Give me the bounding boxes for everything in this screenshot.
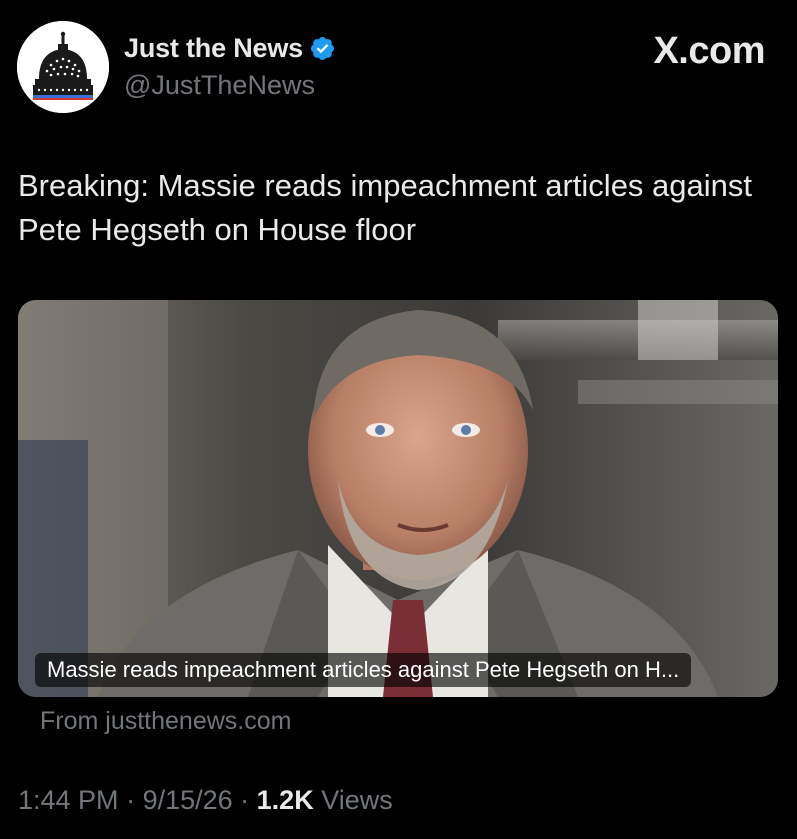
author-name-row[interactable]: Just the News <box>124 30 336 66</box>
meta-separator: · <box>118 785 143 815</box>
tweet-date[interactable]: 9/15/26 <box>143 785 233 815</box>
verified-badge-icon <box>310 36 334 60</box>
tweet-time[interactable]: 1:44 PM <box>18 785 119 815</box>
views-count[interactable]: 1.2K <box>257 785 314 815</box>
avatar[interactable] <box>17 21 109 113</box>
display-name[interactable]: Just the News <box>124 33 303 64</box>
views-label: Views <box>313 785 393 815</box>
x-brand-watermark: X.com <box>653 30 765 72</box>
link-card[interactable]: Massie reads impeachment articles agains… <box>18 300 778 697</box>
capitol-dome-icon <box>17 21 109 113</box>
tweet-text: Breaking: Massie reads impeachment artic… <box>18 168 753 247</box>
news-photo <box>18 300 778 697</box>
meta-separator: · <box>232 785 257 815</box>
card-caption[interactable]: Massie reads impeachment articles agains… <box>35 653 692 687</box>
tweet-meta: 1:44 PM · 9/15/26 · 1.2K Views <box>18 785 393 816</box>
author-handle[interactable]: @JustTheNews <box>124 70 315 101</box>
card-source[interactable]: From justthenews.com <box>40 707 291 736</box>
